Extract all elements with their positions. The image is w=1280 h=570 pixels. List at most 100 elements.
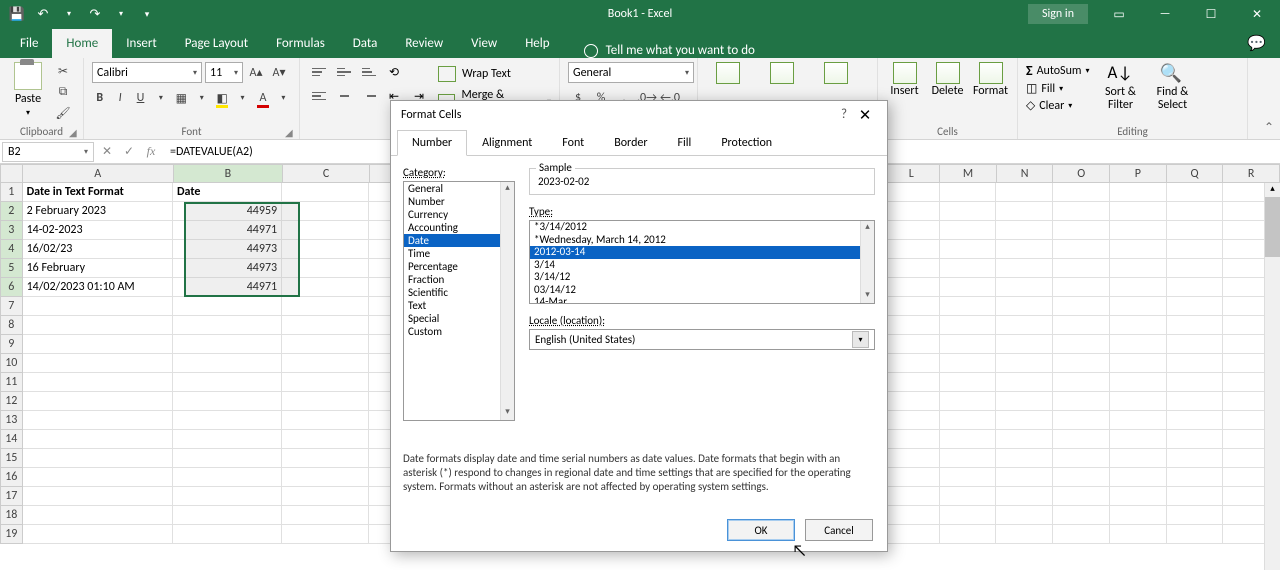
row-header[interactable]: 19 bbox=[0, 525, 23, 544]
align-center-icon[interactable] bbox=[333, 86, 355, 106]
cell[interactable] bbox=[940, 221, 997, 240]
cell[interactable] bbox=[1110, 525, 1167, 544]
cell[interactable] bbox=[1053, 240, 1110, 259]
cell[interactable] bbox=[1110, 392, 1167, 411]
cell[interactable] bbox=[1167, 259, 1224, 278]
ok-button[interactable]: OK bbox=[727, 519, 795, 541]
cell[interactable] bbox=[1110, 221, 1167, 240]
align-bottom-icon[interactable] bbox=[358, 62, 380, 82]
cell[interactable] bbox=[173, 335, 282, 354]
column-header[interactable]: C bbox=[283, 164, 370, 183]
align-top-icon[interactable] bbox=[308, 62, 330, 82]
cell[interactable] bbox=[173, 392, 282, 411]
cell[interactable] bbox=[1053, 335, 1110, 354]
dialog-help-icon[interactable]: ? bbox=[841, 107, 847, 122]
scroll-down-icon[interactable]: ▾ bbox=[501, 406, 514, 420]
cell[interactable] bbox=[1167, 525, 1224, 544]
column-header[interactable]: L bbox=[883, 164, 940, 183]
cell[interactable] bbox=[1110, 411, 1167, 430]
font-color-dropdown-icon[interactable]: ▾ bbox=[276, 88, 291, 108]
cell[interactable] bbox=[1053, 221, 1110, 240]
cell[interactable] bbox=[282, 335, 369, 354]
sort-filter-button[interactable]: A↓Sort & Filter bbox=[1097, 62, 1143, 125]
dialog-tab[interactable]: Fill bbox=[663, 130, 707, 156]
cell[interactable] bbox=[1053, 430, 1110, 449]
cell[interactable] bbox=[173, 430, 282, 449]
cell[interactable] bbox=[1110, 316, 1167, 335]
type-item[interactable]: 3/14 bbox=[530, 259, 874, 272]
cell[interactable] bbox=[1053, 259, 1110, 278]
tab-review[interactable]: Review bbox=[391, 29, 457, 58]
cell[interactable] bbox=[1110, 468, 1167, 487]
locale-combo[interactable]: English (United States)▾ bbox=[529, 329, 875, 350]
category-item[interactable]: Custom bbox=[404, 325, 514, 338]
tab-data[interactable]: Data bbox=[339, 29, 392, 58]
cell[interactable] bbox=[940, 487, 997, 506]
close-icon[interactable]: ✕ bbox=[1234, 0, 1280, 28]
column-header[interactable]: P bbox=[1110, 164, 1167, 183]
cell[interactable]: 44973 bbox=[173, 240, 282, 259]
tab-formulas[interactable]: Formulas bbox=[262, 29, 339, 58]
increase-font-icon[interactable]: A▴ bbox=[246, 63, 266, 83]
category-item[interactable]: Text bbox=[404, 299, 514, 312]
scroll-up-icon[interactable]: ▴ bbox=[1265, 183, 1280, 197]
sign-in-button[interactable]: Sign in bbox=[1028, 4, 1088, 24]
insert-function-icon[interactable]: fx bbox=[140, 142, 162, 162]
category-item[interactable]: General bbox=[404, 182, 514, 195]
cell[interactable] bbox=[1167, 468, 1224, 487]
format-cells-button[interactable]: Format bbox=[972, 62, 1009, 98]
cell[interactable] bbox=[996, 449, 1053, 468]
cell[interactable] bbox=[282, 240, 369, 259]
tab-page-layout[interactable]: Page Layout bbox=[171, 29, 262, 58]
row-header[interactable]: 9 bbox=[0, 335, 23, 354]
row-header[interactable]: 2 bbox=[0, 202, 23, 221]
borders-dropdown-icon[interactable]: ▾ bbox=[194, 88, 209, 108]
row-header[interactable]: 15 bbox=[0, 449, 23, 468]
row-header[interactable]: 10 bbox=[0, 354, 23, 373]
orientation-icon[interactable]: ⟲ bbox=[383, 62, 405, 82]
row-header[interactable]: 16 bbox=[0, 468, 23, 487]
cell[interactable] bbox=[1110, 183, 1167, 202]
cell[interactable] bbox=[282, 354, 369, 373]
row-header[interactable]: 5 bbox=[0, 259, 23, 278]
cell[interactable]: 14/02/2023 01:10 AM bbox=[23, 278, 173, 297]
cell[interactable] bbox=[940, 411, 997, 430]
cell[interactable] bbox=[996, 278, 1053, 297]
cell[interactable] bbox=[996, 506, 1053, 525]
wrap-text-button[interactable]: Wrap Text bbox=[438, 62, 551, 86]
cell[interactable] bbox=[996, 373, 1053, 392]
row-header[interactable]: 1 bbox=[0, 183, 23, 202]
column-header[interactable]: M bbox=[940, 164, 997, 183]
type-listbox[interactable]: *3/14/2012*Wednesday, March 14, 20122012… bbox=[529, 220, 875, 304]
ribbon-display-icon[interactable]: ▭ bbox=[1096, 0, 1142, 28]
cell-styles-button[interactable] bbox=[814, 62, 858, 84]
cell[interactable] bbox=[883, 525, 940, 544]
cell[interactable] bbox=[940, 297, 997, 316]
cell[interactable]: 44959 bbox=[173, 202, 282, 221]
cell[interactable] bbox=[883, 468, 940, 487]
format-painter-icon[interactable]: 🖌 bbox=[52, 104, 74, 122]
fill-color-dropdown-icon[interactable]: ▾ bbox=[235, 88, 250, 108]
row-header[interactable]: 3 bbox=[0, 221, 23, 240]
tellme-input[interactable]: Tell me what you want to do bbox=[606, 43, 755, 58]
align-right-icon[interactable] bbox=[358, 86, 380, 106]
cell[interactable] bbox=[282, 183, 369, 202]
cell[interactable] bbox=[282, 411, 369, 430]
cell[interactable] bbox=[282, 449, 369, 468]
cell[interactable] bbox=[883, 373, 940, 392]
name-box[interactable]: B2▾ bbox=[2, 142, 94, 162]
cell[interactable] bbox=[1053, 278, 1110, 297]
cell[interactable] bbox=[1053, 354, 1110, 373]
align-left-icon[interactable] bbox=[308, 86, 330, 106]
cell[interactable] bbox=[940, 506, 997, 525]
cell[interactable] bbox=[996, 354, 1053, 373]
cell[interactable] bbox=[883, 487, 940, 506]
autosum-button[interactable]: ΣAutoSum▾ bbox=[1026, 62, 1089, 79]
cell[interactable] bbox=[1167, 335, 1224, 354]
cell[interactable] bbox=[23, 392, 173, 411]
cell[interactable] bbox=[173, 525, 282, 544]
number-format-combo[interactable]: General▾ bbox=[568, 62, 694, 83]
cell[interactable] bbox=[282, 468, 369, 487]
cell[interactable] bbox=[1167, 392, 1224, 411]
cell[interactable] bbox=[1167, 221, 1224, 240]
